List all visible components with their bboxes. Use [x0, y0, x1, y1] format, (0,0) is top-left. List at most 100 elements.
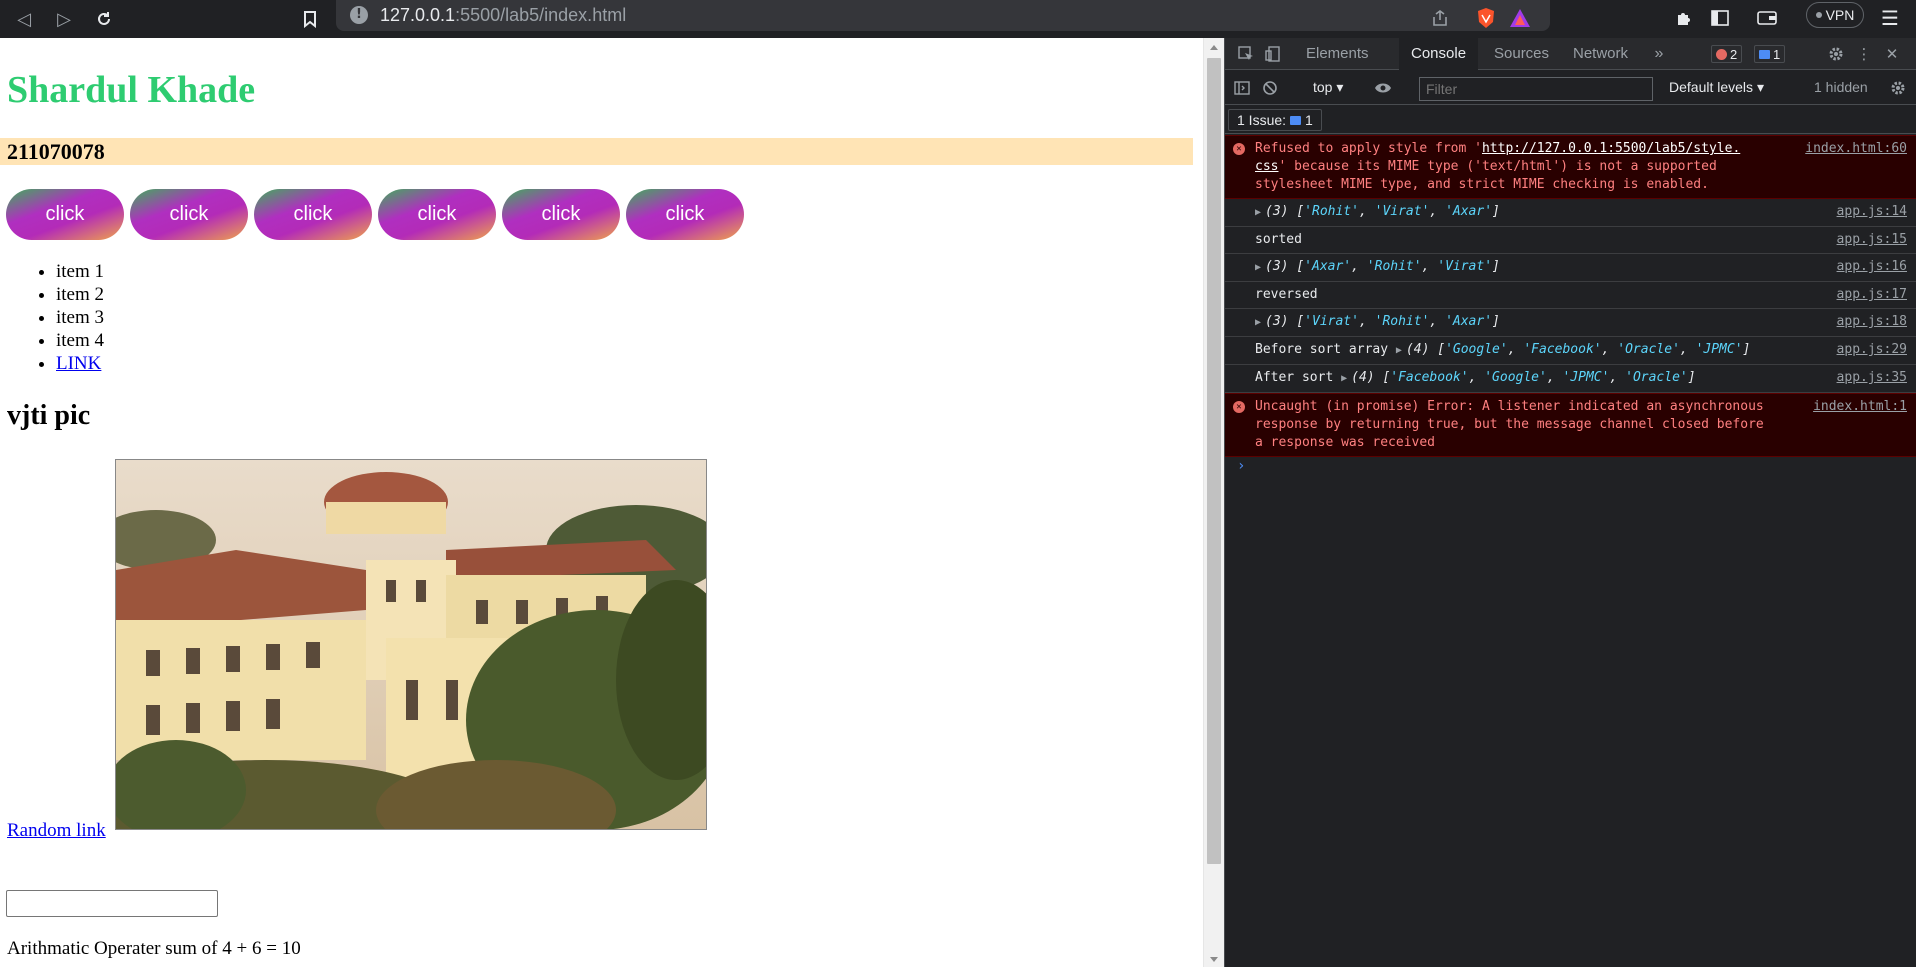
click-button-4[interactable]: click: [378, 189, 496, 240]
info-icon[interactable]: !: [350, 6, 368, 24]
console-log: ✕ Refused to apply style from 'http://12…: [1225, 135, 1916, 481]
console-log-row: ▶ (3) ['Rohit', 'Virat', 'Axar'] app.js:1…: [1225, 199, 1916, 227]
source-link[interactable]: app.js:18: [1837, 313, 1907, 331]
back-icon[interactable]: ◁: [8, 3, 40, 35]
share-icon[interactable]: [1426, 4, 1454, 32]
message-count: 1: [1773, 46, 1781, 62]
console-settings-gear-icon[interactable]: [1887, 78, 1909, 98]
settings-gear-icon[interactable]: [1825, 44, 1847, 64]
context-selector[interactable]: top ▾: [1313, 79, 1343, 96]
array-item: 'Virat': [1304, 314, 1359, 329]
array-item: 'Oracle': [1617, 342, 1680, 357]
array-item: 'Virat': [1437, 259, 1493, 274]
vjti-building-image: [115, 459, 707, 830]
expand-arrow-icon[interactable]: ▶: [1396, 345, 1402, 356]
tab-sources[interactable]: Sources: [1482, 38, 1561, 70]
array-item: 'Rohit': [1366, 259, 1422, 274]
array-count: (3): [1265, 204, 1289, 219]
page-scrollbar[interactable]: [1203, 38, 1224, 967]
brave-rewards-icon[interactable]: [1506, 4, 1534, 32]
brave-shield-icon[interactable]: [1472, 4, 1500, 32]
click-button-5[interactable]: click: [502, 189, 620, 240]
chevron-down-icon: ▾: [1756, 79, 1764, 95]
log-levels-dropdown[interactable]: Default levels ▾: [1669, 79, 1764, 96]
text-input[interactable]: [6, 890, 218, 917]
console-filter-input[interactable]: [1419, 77, 1653, 101]
console-log-row: ▶ (3) ['Virat', 'Rohit', 'Axar'] app.js:1…: [1225, 309, 1916, 337]
device-toolbar-icon[interactable]: [1262, 44, 1284, 64]
tab-console[interactable]: Console: [1399, 38, 1479, 70]
expand-arrow-icon[interactable]: ▶: [1255, 317, 1261, 328]
source-link[interactable]: app.js:16: [1837, 258, 1907, 276]
tab-elements[interactable]: Elements: [1294, 38, 1381, 70]
array-item: 'Facebook': [1523, 342, 1602, 357]
browser-toolbar: ◁ ▷ ! 127.0.0.1:5500/lab5/index.html VPN…: [0, 0, 1916, 38]
more-tabs-icon[interactable]: »: [1648, 44, 1670, 64]
console-log-row: After sort ▶ (4) ['Facebook', 'Google', '…: [1225, 365, 1916, 393]
source-link[interactable]: app.js:35: [1837, 369, 1907, 387]
tab-network[interactable]: Network: [1561, 38, 1640, 70]
list-link[interactable]: LINK: [56, 353, 101, 374]
console-prompt[interactable]: ›: [1225, 457, 1916, 481]
expand-arrow-icon[interactable]: ▶: [1255, 207, 1261, 218]
page-title: Shardul Khade: [7, 69, 256, 111]
stylesheet-url-link-continued[interactable]: css: [1255, 159, 1278, 174]
source-link[interactable]: app.js:17: [1837, 286, 1907, 304]
roll-number: 211070078: [0, 138, 1193, 165]
issue-icon: [1290, 115, 1302, 125]
scroll-up-arrow-icon[interactable]: [1210, 45, 1218, 50]
kebab-menu-icon[interactable]: ⋮: [1853, 44, 1875, 64]
reload-icon[interactable]: [88, 3, 120, 35]
array-count: (3): [1265, 314, 1289, 329]
live-expression-eye-icon[interactable]: [1372, 78, 1394, 98]
stylesheet-url-link[interactable]: http://127.0.0.1:5500/lab5/style.: [1482, 141, 1740, 156]
log-text: reversed: [1255, 287, 1318, 302]
source-link[interactable]: app.js:15: [1837, 231, 1907, 249]
click-button-6[interactable]: click: [626, 189, 744, 240]
issues-button[interactable]: 1 Issue: 1: [1228, 109, 1322, 131]
close-devtools-icon[interactable]: ✕: [1881, 44, 1903, 64]
expand-arrow-icon[interactable]: ▶: [1255, 262, 1261, 273]
scroll-down-arrow-icon[interactable]: [1210, 957, 1218, 962]
pic-heading: vjti pic: [7, 400, 91, 431]
extensions-icon[interactable]: [1670, 4, 1698, 32]
error-count-badge[interactable]: 2: [1711, 45, 1743, 63]
console-log-row: ▶ (3) ['Axar', 'Rohit', 'Virat'] app.js:1…: [1225, 254, 1916, 282]
console-log-row: Before sort array ▶ (4) ['Google', 'Faceb…: [1225, 337, 1916, 365]
source-link[interactable]: app.js:14: [1837, 203, 1907, 221]
log-levels-label: Default levels: [1669, 79, 1754, 95]
message-icon: [1759, 49, 1770, 59]
console-log-row: reversed app.js:17: [1225, 282, 1916, 309]
devtools-panel: Elements Console Sources Network » 2 1 ⋮…: [1224, 38, 1916, 967]
bookmark-icon[interactable]: [294, 3, 326, 35]
array-item: 'Rohit': [1304, 204, 1359, 219]
message-count-badge[interactable]: 1: [1754, 45, 1786, 63]
chevron-down-icon: ▾: [1336, 79, 1344, 95]
source-link[interactable]: app.js:29: [1837, 341, 1907, 359]
clear-console-icon[interactable]: [1259, 78, 1281, 98]
array-item: 'Virat': [1374, 204, 1430, 219]
vpn-button[interactable]: VPN: [1806, 2, 1864, 28]
random-link[interactable]: Random link: [7, 820, 106, 842]
forward-icon[interactable]: ▷: [48, 3, 80, 35]
console-sidebar-icon[interactable]: [1231, 78, 1253, 98]
address-bar[interactable]: ! 127.0.0.1:5500/lab5/index.html: [336, 0, 1550, 31]
click-button-3[interactable]: click: [254, 189, 372, 240]
list-item: item 2: [56, 283, 104, 306]
array-item: 'JPMC': [1695, 342, 1743, 357]
sidebar-icon[interactable]: [1706, 4, 1734, 32]
wallet-icon[interactable]: [1753, 4, 1781, 32]
expand-arrow-icon[interactable]: ▶: [1341, 373, 1347, 384]
source-link[interactable]: index.html:1: [1813, 398, 1907, 416]
inspect-element-icon[interactable]: [1235, 44, 1257, 64]
array-item: 'Facebook': [1390, 370, 1469, 385]
list-item-link-wrapper: LINK: [56, 352, 104, 375]
prompt-chevron-icon: ›: [1237, 458, 1246, 474]
click-button-2[interactable]: click: [130, 189, 248, 240]
scroll-thumb[interactable]: [1207, 58, 1221, 864]
menu-icon[interactable]: ☰: [1876, 4, 1904, 32]
list-item: item 1: [56, 260, 104, 283]
source-link[interactable]: index.html:60: [1805, 140, 1907, 158]
arithmetic-result: Arithmatic Operater sum of 4 + 6 = 10: [7, 938, 301, 959]
click-button-1[interactable]: click: [6, 189, 124, 240]
